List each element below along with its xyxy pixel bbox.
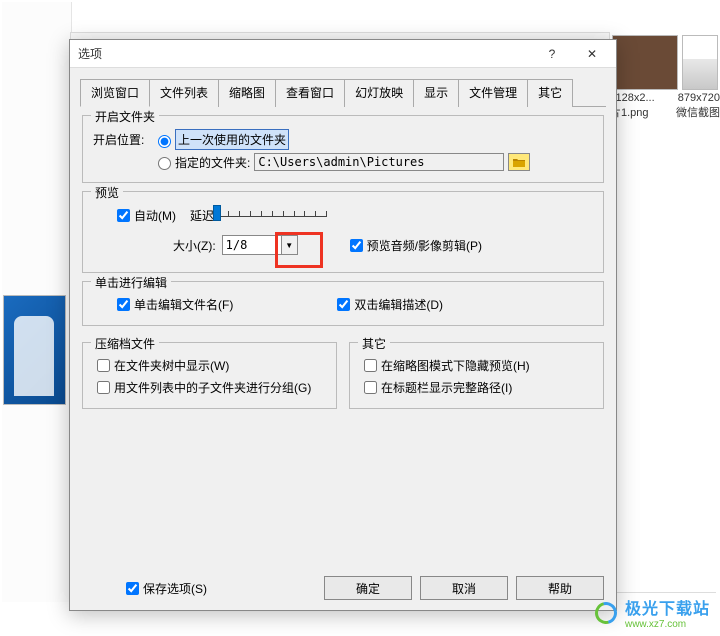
tab-display[interactable]: 显示 bbox=[413, 79, 459, 107]
group-click-edit: 单击进行编辑 单击编辑文件名(F) 双击编辑描述(D) bbox=[82, 281, 604, 326]
bg-thumb-1 bbox=[612, 35, 678, 90]
check-hide-preview-thumb-label[interactable]: 在缩略图模式下隐藏预览(H) bbox=[381, 357, 530, 374]
watermark-logo-icon bbox=[593, 600, 619, 626]
label-start-location: 开启位置: bbox=[93, 131, 153, 148]
dialog-footer: 保存选项(S) 确定 取消 帮助 bbox=[70, 576, 616, 600]
check-group-subfolders-label[interactable]: 用文件列表中的子文件夹进行分组(G) bbox=[114, 379, 311, 396]
legend-archive: 压缩档文件 bbox=[91, 335, 159, 352]
check-single-click-edit-label[interactable]: 单击编辑文件名(F) bbox=[134, 296, 233, 313]
options-dialog: 选项 ? ✕ 浏览窗口 文件列表 缩略图 查看窗口 幻灯放映 显示 文件管理 其… bbox=[69, 39, 617, 611]
label-size: 大小(Z): bbox=[173, 237, 216, 254]
group-open-folder: 开启文件夹 开启位置: 上一次使用的文件夹 指定的文件夹: bbox=[82, 115, 604, 183]
background-thumbnail bbox=[3, 295, 66, 405]
bg-thumb-1-name: 片1.png bbox=[610, 104, 676, 120]
close-button[interactable]: ✕ bbox=[572, 41, 612, 67]
titlebar: 选项 ? ✕ bbox=[70, 40, 616, 68]
check-av-clip[interactable] bbox=[350, 239, 363, 252]
folder-icon bbox=[513, 157, 525, 167]
check-auto-label[interactable]: 自动(M) bbox=[134, 207, 176, 224]
dialog-title: 选项 bbox=[78, 45, 532, 62]
check-save-options[interactable] bbox=[126, 582, 139, 595]
check-hide-preview-thumb[interactable] bbox=[364, 359, 377, 372]
slider-thumb[interactable] bbox=[213, 205, 221, 221]
legend-click-edit: 单击进行编辑 bbox=[91, 274, 171, 291]
tab-view-window[interactable]: 查看窗口 bbox=[275, 79, 345, 107]
radio-specified-folder[interactable] bbox=[158, 157, 171, 170]
size-select-value[interactable] bbox=[223, 236, 281, 254]
check-show-in-tree-label[interactable]: 在文件夹树中显示(W) bbox=[114, 357, 229, 374]
tab-slideshow[interactable]: 幻灯放映 bbox=[344, 79, 414, 107]
check-full-path-title-label[interactable]: 在标题栏显示完整路径(I) bbox=[381, 379, 512, 396]
legend-other: 其它 bbox=[358, 335, 390, 352]
check-av-clip-label[interactable]: 预览音频/影像剪辑(P) bbox=[367, 237, 482, 254]
check-group-subfolders[interactable] bbox=[97, 381, 110, 394]
radio-last-folder-label[interactable]: 上一次使用的文件夹 bbox=[175, 129, 289, 150]
check-auto[interactable] bbox=[117, 209, 130, 222]
help-footer-button[interactable]: 帮助 bbox=[516, 576, 604, 600]
tab-browse-window[interactable]: 浏览窗口 bbox=[80, 79, 150, 107]
check-single-click-edit[interactable] bbox=[117, 298, 130, 311]
check-show-in-tree[interactable] bbox=[97, 359, 110, 372]
help-button[interactable]: ? bbox=[532, 41, 572, 67]
check-double-click-edit[interactable] bbox=[337, 298, 350, 311]
ok-button[interactable]: 确定 bbox=[324, 576, 412, 600]
browse-button[interactable] bbox=[508, 153, 530, 171]
tab-strip: 浏览窗口 文件列表 缩略图 查看窗口 幻灯放映 显示 文件管理 其它 bbox=[80, 78, 606, 107]
radio-last-folder[interactable] bbox=[158, 135, 171, 148]
group-archive: 压缩档文件 在文件夹树中显示(W) 用文件列表中的子文件夹进行分组(G) bbox=[82, 342, 337, 409]
radio-specified-folder-label[interactable]: 指定的文件夹: bbox=[175, 154, 250, 171]
cancel-button[interactable]: 取消 bbox=[420, 576, 508, 600]
check-full-path-title[interactable] bbox=[364, 381, 377, 394]
bg-thumb-2-dim: 879x720 bbox=[678, 92, 720, 104]
watermark: 极光下载站 www.xz7.com bbox=[593, 595, 710, 630]
delay-slider[interactable] bbox=[217, 205, 327, 225]
legend-open-folder: 开启文件夹 bbox=[91, 108, 159, 125]
bg-thumb-2-name: 微信截图 bbox=[676, 104, 720, 120]
watermark-name: 极光下载站 bbox=[625, 595, 710, 619]
tab-thumbnail[interactable]: 缩略图 bbox=[218, 79, 276, 107]
tab-other[interactable]: 其它 bbox=[527, 79, 573, 107]
check-save-options-label[interactable]: 保存选项(S) bbox=[143, 580, 207, 597]
close-icon: ✕ bbox=[587, 47, 597, 61]
bg-thumb-1-dim: x128x2... bbox=[610, 92, 678, 104]
specified-folder-path[interactable] bbox=[254, 153, 504, 171]
tab-file-list[interactable]: 文件列表 bbox=[149, 79, 219, 107]
group-preview: 预览 自动(M) 延迟: 大小(Z): ▼ 预览音频/影像剪辑(P) bbox=[82, 191, 604, 273]
legend-preview: 预览 bbox=[91, 184, 123, 201]
tab-file-manage[interactable]: 文件管理 bbox=[458, 79, 528, 107]
chevron-down-icon[interactable]: ▼ bbox=[281, 236, 297, 254]
help-icon: ? bbox=[549, 47, 556, 61]
check-double-click-edit-label[interactable]: 双击编辑描述(D) bbox=[354, 296, 443, 313]
watermark-url: www.xz7.com bbox=[625, 619, 710, 630]
bg-thumb-2 bbox=[682, 35, 718, 90]
size-select[interactable]: ▼ bbox=[222, 235, 298, 255]
group-other: 其它 在缩略图模式下隐藏预览(H) 在标题栏显示完整路径(I) bbox=[349, 342, 604, 409]
